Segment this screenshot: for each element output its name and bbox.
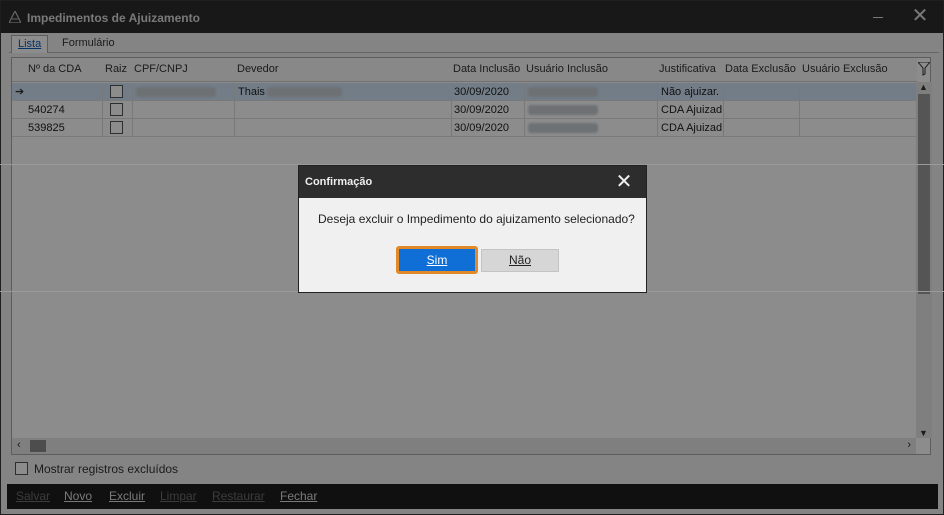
yes-button[interactable]: Sim <box>396 246 478 274</box>
confirmation-dialog: Confirmação ✕ Deseja excluir o Impedimen… <box>298 165 647 293</box>
dialog-message: Deseja excluir o Impedimento do ajuizame… <box>318 212 635 226</box>
dialog-close-icon[interactable]: ✕ <box>609 168 639 196</box>
dialog-title: Confirmação <box>305 176 373 188</box>
no-button[interactable]: Não <box>481 249 559 272</box>
dialog-titlebar: Confirmação ✕ <box>299 166 646 198</box>
